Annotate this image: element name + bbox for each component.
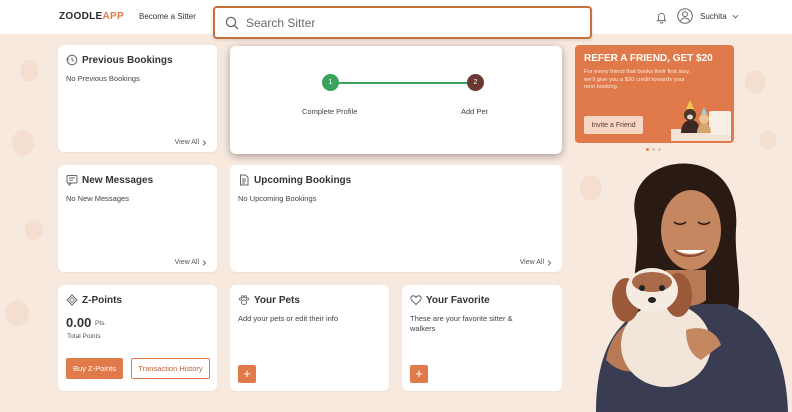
search-input[interactable] xyxy=(246,15,566,30)
z-points-card: Z-Points 0.00 Pts. Total Points Buy Z-Po… xyxy=(58,285,217,391)
user-name: Suchita xyxy=(700,11,727,21)
card-title: Upcoming Bookings xyxy=(238,174,351,186)
your-pets-card: Your Pets Add your pets or edit their in… xyxy=(230,285,389,391)
upcoming-bookings-card: Upcoming Bookings No Upcoming Bookings V… xyxy=(230,165,562,272)
carousel-dot[interactable] xyxy=(646,148,649,151)
background-paw xyxy=(760,130,776,150)
background-paw xyxy=(12,130,34,156)
view-all-link[interactable]: View All xyxy=(520,259,552,266)
transaction-history-button[interactable]: Transaction History xyxy=(131,358,210,379)
points-caption: Total Points xyxy=(67,333,101,340)
add-favorite-button[interactable]: + xyxy=(410,365,428,383)
profile-progress-card: 1 2 Complete Profile Add Pet xyxy=(230,46,562,154)
refer-title: REFER A FRIEND, GET $20 xyxy=(584,53,713,64)
chevron-right-icon xyxy=(202,259,207,266)
empty-state-text: No New Messages xyxy=(66,194,129,203)
card-title: Your Pets xyxy=(238,294,300,306)
refer-banner: REFER A FRIEND, GET $20 For every friend… xyxy=(575,45,734,143)
step-label: Add Pet xyxy=(461,107,488,116)
background-paw xyxy=(745,70,765,94)
buy-z-points-button[interactable]: Buy Z-Points xyxy=(66,358,123,379)
empty-state-text: No Previous Bookings xyxy=(66,74,140,83)
card-description: These are your favorite sitter & walkers xyxy=(410,314,513,333)
chevron-right-icon xyxy=(547,259,552,266)
paw-icon xyxy=(238,295,250,305)
chevron-down-icon xyxy=(732,14,739,18)
card-title: Z-Points xyxy=(66,294,122,306)
your-favorite-card: Your Favorite These are your favorite si… xyxy=(402,285,562,391)
background-paw xyxy=(25,220,43,240)
history-icon xyxy=(66,54,78,66)
bell-icon[interactable] xyxy=(656,11,667,24)
logo[interactable]: ZOODLEAPP xyxy=(59,11,124,22)
background-paw xyxy=(20,60,38,82)
carousel-dot[interactable] xyxy=(658,148,661,151)
points-value: 0.00 xyxy=(66,315,92,330)
hero-woman-with-dog-image xyxy=(596,163,788,412)
card-title: Previous Bookings xyxy=(66,54,173,66)
search-icon xyxy=(225,16,239,29)
chevron-right-icon xyxy=(202,139,207,146)
view-all-link[interactable]: View All xyxy=(175,259,207,266)
background-paw xyxy=(5,300,29,326)
user-menu[interactable]: Suchita xyxy=(677,8,739,24)
carousel-dot[interactable] xyxy=(652,148,655,151)
invite-friend-button[interactable]: Invite a Friend xyxy=(584,116,643,134)
step-label: Complete Profile xyxy=(302,107,358,116)
dogs-illustration xyxy=(671,100,731,141)
add-pet-button[interactable]: + xyxy=(238,365,256,383)
search-bar[interactable] xyxy=(213,6,592,39)
previous-bookings-card: Previous Bookings No Previous Bookings V… xyxy=(58,45,217,152)
points-unit: Pts. xyxy=(95,320,107,327)
card-description: Add your pets or edit their info xyxy=(238,314,339,323)
user-icon xyxy=(677,8,693,24)
step-add-pet[interactable]: 2 xyxy=(467,74,484,91)
step-complete-profile[interactable]: 1 xyxy=(322,74,339,91)
carousel-dots[interactable] xyxy=(646,148,661,151)
card-title: New Messages xyxy=(66,174,153,186)
progress-line xyxy=(330,82,475,84)
new-messages-card: New Messages No New Messages View All xyxy=(58,165,217,272)
heart-icon xyxy=(410,295,422,306)
message-icon xyxy=(66,175,78,186)
empty-state-text: No Upcoming Bookings xyxy=(238,194,317,203)
diamond-icon xyxy=(66,294,78,306)
view-all-link[interactable]: View All xyxy=(175,139,207,146)
document-icon xyxy=(240,174,249,186)
become-sitter-link[interactable]: Become a Sitter xyxy=(139,12,196,21)
card-title: Your Favorite xyxy=(410,294,490,306)
